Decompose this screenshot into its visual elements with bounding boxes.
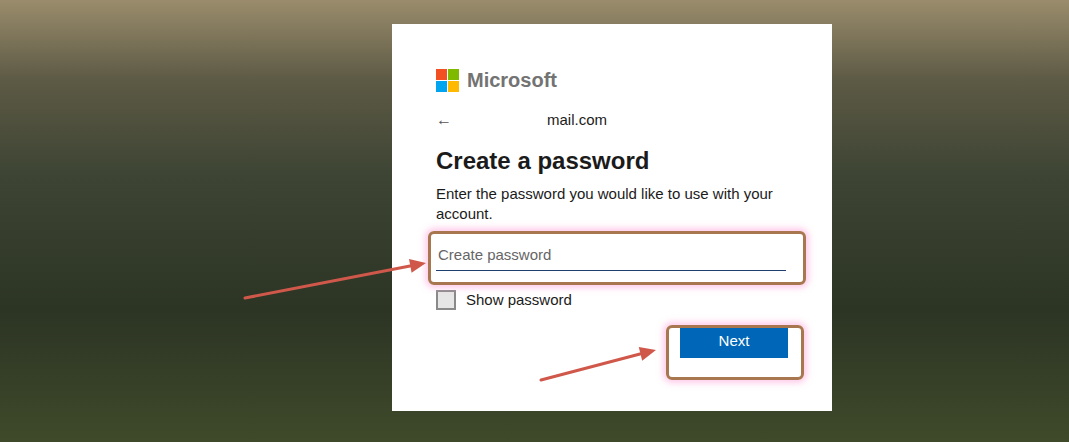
annotation-arrows-icon bbox=[0, 0, 1069, 442]
password-input[interactable] bbox=[436, 239, 786, 271]
next-button[interactable]: Next bbox=[680, 326, 788, 358]
show-password-label: Show password bbox=[466, 289, 572, 312]
description: Enter the password you would like to use… bbox=[436, 184, 788, 224]
windows-logo-icon bbox=[436, 69, 459, 92]
background-photo: Microsoft ← mail.com Create a password Enter… bbox=[0, 0, 1069, 442]
back-button[interactable]: ← bbox=[436, 112, 460, 128]
show-password[interactable]: Show password bbox=[436, 289, 788, 312]
show-password-checkbox[interactable] bbox=[436, 290, 456, 310]
identity-row: ← mail.com bbox=[436, 110, 788, 130]
microsoft-logo: Microsoft bbox=[436, 68, 788, 92]
annotation-box bbox=[666, 325, 804, 380]
account-email: mail.com bbox=[547, 109, 607, 132]
page-title: Create a password bbox=[436, 146, 788, 176]
logo-text: Microsoft bbox=[467, 70, 557, 90]
annotation-box bbox=[428, 231, 806, 285]
sign-in-card: Microsoft ← mail.com Create a password Enter… bbox=[392, 24, 832, 411]
button-row: Next bbox=[436, 326, 788, 358]
